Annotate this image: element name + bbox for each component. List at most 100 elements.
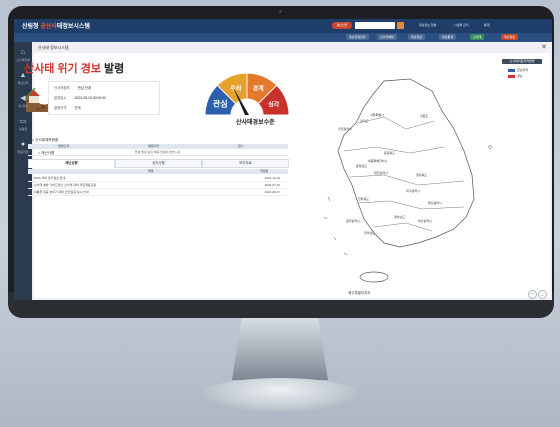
ulleungdo-island	[488, 145, 492, 149]
nav-pill-2[interactable]: 산사태예방	[377, 34, 397, 40]
map-region-label[interactable]: 충청북도	[384, 151, 395, 155]
map-region-label[interactable]: 부산광역시	[418, 219, 432, 223]
sidebar-item-label: 알림마당	[17, 150, 29, 154]
tab-1[interactable]: 재난상황	[28, 159, 115, 168]
info-area-value: 전국	[74, 106, 81, 110]
top-header: 산림청 공산사태정보시스템 재난안전 재난정보 현황 시설물 관리 통계	[14, 19, 552, 33]
header-link-3[interactable]: 통계	[484, 23, 490, 27]
legend-swatch	[508, 74, 515, 78]
map-region-label[interactable]: 강원도	[420, 114, 428, 118]
info-datetime-value: 2023-05-15 00:00:00	[74, 96, 106, 100]
gauge-label-2: 주의	[230, 85, 241, 93]
alert-level-gauge: 관심주의 경계심각	[204, 72, 290, 116]
list-item-title[interactable]: 산사태 예방 가이드라인 산사태 대비 국민행동요령	[34, 183, 96, 187]
info-area: 발령지역 전국	[54, 105, 81, 110]
alert-icon[interactable]: ▲	[18, 72, 28, 80]
monitor-base	[200, 378, 360, 412]
legend-swatch	[508, 68, 515, 72]
tab-3[interactable]: 보도자료	[202, 159, 289, 168]
jeju-island	[359, 271, 389, 283]
header-link-1[interactable]: 재난정보 현황	[419, 23, 436, 27]
nav-pill-5[interactable]: 산사태	[470, 34, 485, 40]
sidebar-item-label: 상황판	[18, 127, 28, 131]
list-item[interactable]: 산사태 예방 가이드라인 산사태 대비 국민행동요령 2022-07-22	[28, 182, 288, 189]
notice-section-title: ⌂ 재난사항	[38, 151, 55, 155]
map-region-label[interactable]: 경기도	[360, 119, 368, 123]
title-issued: 발령	[104, 63, 125, 75]
map-region-label[interactable]: 세종특별자치시	[368, 159, 387, 163]
page-title: 산사태 위기 경보 발령	[24, 60, 124, 76]
app-logo[interactable]: 산림청 공산사태정보시스템	[22, 21, 90, 30]
logo-accent: 공산사	[40, 24, 57, 30]
map-region-label[interactable]: 경상북도	[416, 173, 427, 177]
info-area-label: 발령지역	[54, 106, 67, 110]
list-item[interactable]: 여름철 집중 호우기 대비 안전점검 실시 안내 2022-06-27	[28, 189, 288, 196]
map-region-label[interactable]: 광주광역시	[346, 219, 360, 223]
list-item-date: 2022-07-22	[264, 183, 280, 187]
chat-icon[interactable]: ●	[18, 141, 28, 149]
header-chip[interactable]: 재난안전	[332, 22, 352, 29]
megaphone-icon[interactable]: ◀	[18, 95, 28, 103]
map-region-label[interactable]: 울산광역시	[428, 201, 442, 205]
map-region-label[interactable]: 서울특별시	[370, 113, 384, 117]
header-link-2[interactable]: 시설물 관리	[454, 23, 469, 27]
window-title: 산사태 정보시스템	[38, 45, 69, 50]
info-datetime-label: 발령일시	[54, 96, 67, 100]
info-datetime: 발령일시 2023-05-15 00:00:00	[54, 95, 106, 100]
map-region-label[interactable]: 대구광역시	[406, 189, 420, 193]
legend-item: 경보	[508, 74, 523, 78]
list-item-date: 2022-06-27	[264, 190, 280, 194]
list-item-title[interactable]: 여름철 집중 호우기 대비 안전점검 실시 안내	[34, 190, 89, 194]
screen: 산림청 공산사태정보시스템 재난안전 재난정보 현황 시설물 관리 통계 산사태…	[14, 19, 552, 300]
search-input[interactable]	[355, 22, 395, 29]
nav-pill-6[interactable]: 재난알림	[501, 34, 519, 40]
gauge-label-4: 심각	[268, 100, 280, 108]
info-level: 산사태경보 관심 단계	[54, 85, 91, 90]
webcam	[279, 10, 282, 13]
gauge-label-3: 경계	[253, 85, 265, 93]
nav-pill-4[interactable]: 재난통계	[439, 34, 457, 40]
nav-pill-1[interactable]: 재난유형관리	[346, 34, 369, 40]
tab-2[interactable]: 공지사항	[115, 159, 202, 168]
search-icon[interactable]	[397, 22, 404, 29]
gauge-label-1: 관심	[213, 98, 228, 108]
legend-item: 관심지역	[508, 68, 528, 72]
sidebar-item-label: 산사태현황	[16, 58, 30, 62]
notice-title-text: 재난사항	[41, 151, 55, 155]
legend-label: 관심지역	[517, 68, 529, 72]
list-header: 제목 작성일	[28, 169, 288, 174]
list-item-date: 2022-12-19	[264, 176, 280, 180]
title-alert: 산사태 위기 경보	[24, 63, 101, 75]
monitor-icon[interactable]: ▭	[18, 118, 28, 126]
island-label: 제주특별자치도	[348, 291, 371, 295]
map-region-label[interactable]: 인천광역시	[338, 127, 352, 131]
nav-pill-3[interactable]: 재난정보	[408, 34, 426, 40]
list-item-title[interactable]: DMS 서버 정기점검 안내	[34, 176, 65, 180]
map-region-label[interactable]: 경상남도	[394, 215, 405, 219]
info-level-label: 산사태경보	[54, 86, 70, 90]
sidebar-item-label: 재난관리	[17, 81, 29, 85]
korea-map[interactable]	[314, 77, 494, 287]
map-region-label[interactable]: 대전광역시	[374, 171, 388, 175]
list-item[interactable]: DMS 서버 정기점검 안내 2022-12-19	[28, 175, 288, 182]
status-empty-row: 현재 발령 중인 예측 현황이 없습니다.	[28, 149, 288, 156]
chevron-down-icon[interactable]: ⌄	[538, 290, 547, 299]
status-section-title: ⌂ 산사태예측현황	[32, 138, 59, 142]
gauge-caption: 산사태경보수준	[236, 120, 275, 126]
list-header-title: 제목	[148, 169, 154, 173]
status-title-text: 산사태예측현황	[35, 138, 59, 142]
close-icon[interactable]: ✕	[541, 43, 547, 51]
logo-prefix: 산림청	[22, 24, 39, 30]
legend-label: 경보	[517, 74, 523, 78]
info-level-value: 관심 단계	[77, 86, 92, 90]
chevron-up-icon[interactable]: ⌃	[528, 290, 537, 299]
map-region-label[interactable]: 충청남도	[356, 164, 367, 168]
sidebar-item-label: 예·경보	[18, 104, 28, 108]
map-region-label[interactable]: 전라남도	[364, 231, 375, 235]
map-region-label[interactable]: 전라북도	[358, 197, 369, 201]
legend-button[interactable]: 산사태위험지역범례	[502, 59, 542, 64]
monitor-stand	[232, 318, 328, 380]
home-icon[interactable]: ⌂	[18, 49, 28, 57]
logo-suffix: 태정보시스템	[56, 24, 90, 30]
west-islands	[323, 196, 348, 256]
